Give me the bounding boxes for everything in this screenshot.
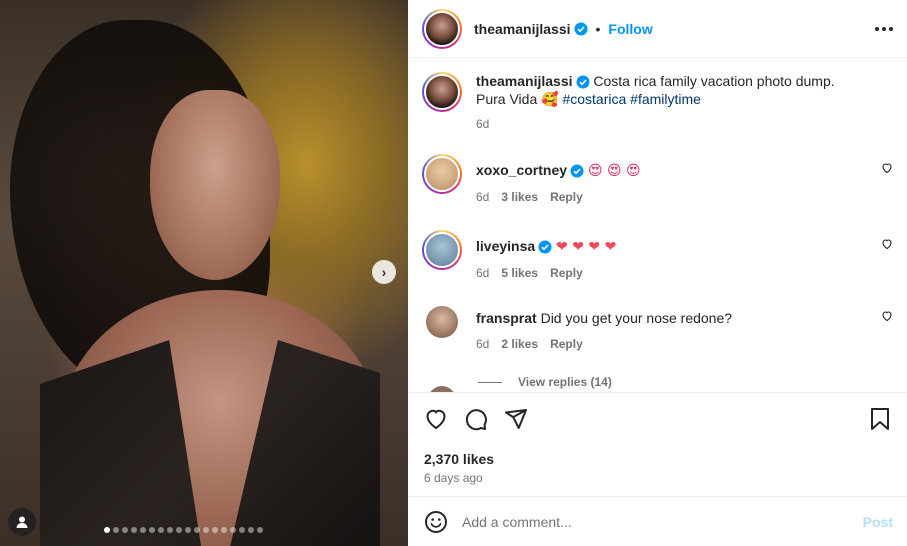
comment-username[interactable]: fransprat xyxy=(476,310,537,326)
slide-dot xyxy=(113,527,119,533)
comment-input[interactable] xyxy=(462,513,863,530)
comment-text: ❤ ❤ ❤ ❤ xyxy=(556,239,617,255)
comments-list[interactable]: theamanijlassi Costa rica family vacatio… xyxy=(408,58,907,392)
slide-dot xyxy=(167,527,173,533)
caption-emoji: 🥰 xyxy=(541,92,559,108)
replies-divider xyxy=(478,381,502,383)
slide-indicator xyxy=(104,527,263,533)
verified-badge-icon xyxy=(570,164,584,178)
author-avatar[interactable] xyxy=(422,8,462,49)
reply-button[interactable]: Reply xyxy=(550,264,583,282)
author-username[interactable]: theamanijlassi xyxy=(474,21,571,37)
media-photo-face xyxy=(150,90,280,280)
comment-item: liveyinsa ❤ ❤ ❤ ❤ 6d 5 likes Reply xyxy=(408,230,907,282)
slide-dot xyxy=(230,527,236,533)
comment-likes[interactable]: 3 likes xyxy=(501,188,538,206)
comment-text: Did you get your nose redone? xyxy=(540,310,733,326)
slide-dot xyxy=(140,527,146,533)
slide-dot xyxy=(221,527,227,533)
user-tag-button[interactable] xyxy=(8,508,36,536)
slide-dot xyxy=(131,527,137,533)
caption-username[interactable]: theamanijlassi xyxy=(476,73,573,89)
comment-item: xoxo_cortney 😍 😍 😍 6d 3 likes Reply xyxy=(408,154,907,206)
emoji-icon[interactable] xyxy=(424,510,448,534)
hashtag-link[interactable]: #familytime xyxy=(630,91,701,107)
hashtag-link[interactable]: #costarica xyxy=(562,91,626,107)
heart-icon[interactable] xyxy=(424,407,448,431)
view-replies-button[interactable]: View replies (14) xyxy=(408,375,907,389)
slide-dot xyxy=(158,527,164,533)
post-details-panel: theamanijlassi • Follow theamanijlassi C… xyxy=(408,0,907,546)
verified-badge-icon xyxy=(538,240,552,254)
next-slide-button[interactable]: › xyxy=(372,260,396,284)
comment-likes[interactable]: 2 likes xyxy=(501,335,538,353)
bookmark-icon[interactable] xyxy=(869,407,891,431)
commenter-avatar[interactable] xyxy=(422,230,462,270)
verified-badge-icon xyxy=(576,75,589,89)
slide-dot xyxy=(104,527,110,533)
comment-age: 6d xyxy=(476,266,490,280)
commenter-avatar[interactable] xyxy=(426,306,458,338)
heart-icon[interactable] xyxy=(881,162,893,174)
post-timestamp[interactable]: 6 days ago xyxy=(424,471,891,485)
comment-item: fransprat Did you get your nose redone? … xyxy=(408,306,907,353)
post-header: theamanijlassi • Follow xyxy=(408,0,907,58)
caption-avatar[interactable] xyxy=(422,72,462,112)
comment-age: 6d xyxy=(476,190,490,204)
likes-count[interactable]: 2,370 likes xyxy=(424,451,891,467)
slide-dot xyxy=(212,527,218,533)
caption-age: 6d xyxy=(476,117,490,131)
comment-username[interactable]: xoxo_cortney xyxy=(476,162,567,178)
reply-button[interactable]: Reply xyxy=(550,335,583,353)
post-caption: theamanijlassi Costa rica family vacatio… xyxy=(408,58,907,133)
slide-dot xyxy=(185,527,191,533)
post-comment-button[interactable]: Post xyxy=(863,514,893,530)
share-icon[interactable] xyxy=(504,407,528,431)
comment-username[interactable]: liveyinsa xyxy=(476,238,535,254)
comment-text: 😍 😍 😍 xyxy=(587,163,641,179)
header-separator: • xyxy=(595,20,601,37)
add-comment-bar: Post xyxy=(408,496,907,546)
comment-age: 6d xyxy=(476,337,490,351)
more-options-icon[interactable] xyxy=(875,26,893,31)
slide-dot xyxy=(257,527,263,533)
slide-dot xyxy=(176,527,182,533)
slide-dot xyxy=(203,527,209,533)
post-actions: 2,370 likes 6 days ago xyxy=(408,392,907,496)
view-replies-label: View replies (14) xyxy=(518,375,612,389)
user-tag-icon xyxy=(16,516,28,528)
verified-badge-icon xyxy=(574,22,587,35)
comment-likes[interactable]: 5 likes xyxy=(501,264,538,282)
slide-dot xyxy=(149,527,155,533)
heart-icon[interactable] xyxy=(881,310,893,322)
heart-icon[interactable] xyxy=(881,238,893,250)
slide-dot xyxy=(194,527,200,533)
reply-button[interactable]: Reply xyxy=(550,188,583,206)
post-media[interactable]: › xyxy=(0,0,408,546)
slide-dot xyxy=(248,527,254,533)
comment-icon[interactable] xyxy=(464,407,488,431)
slide-dot xyxy=(122,527,128,533)
chevron-right-icon: › xyxy=(381,264,387,280)
slide-dot xyxy=(239,527,245,533)
commenter-avatar[interactable] xyxy=(422,154,462,194)
follow-button[interactable]: Follow xyxy=(608,21,652,37)
